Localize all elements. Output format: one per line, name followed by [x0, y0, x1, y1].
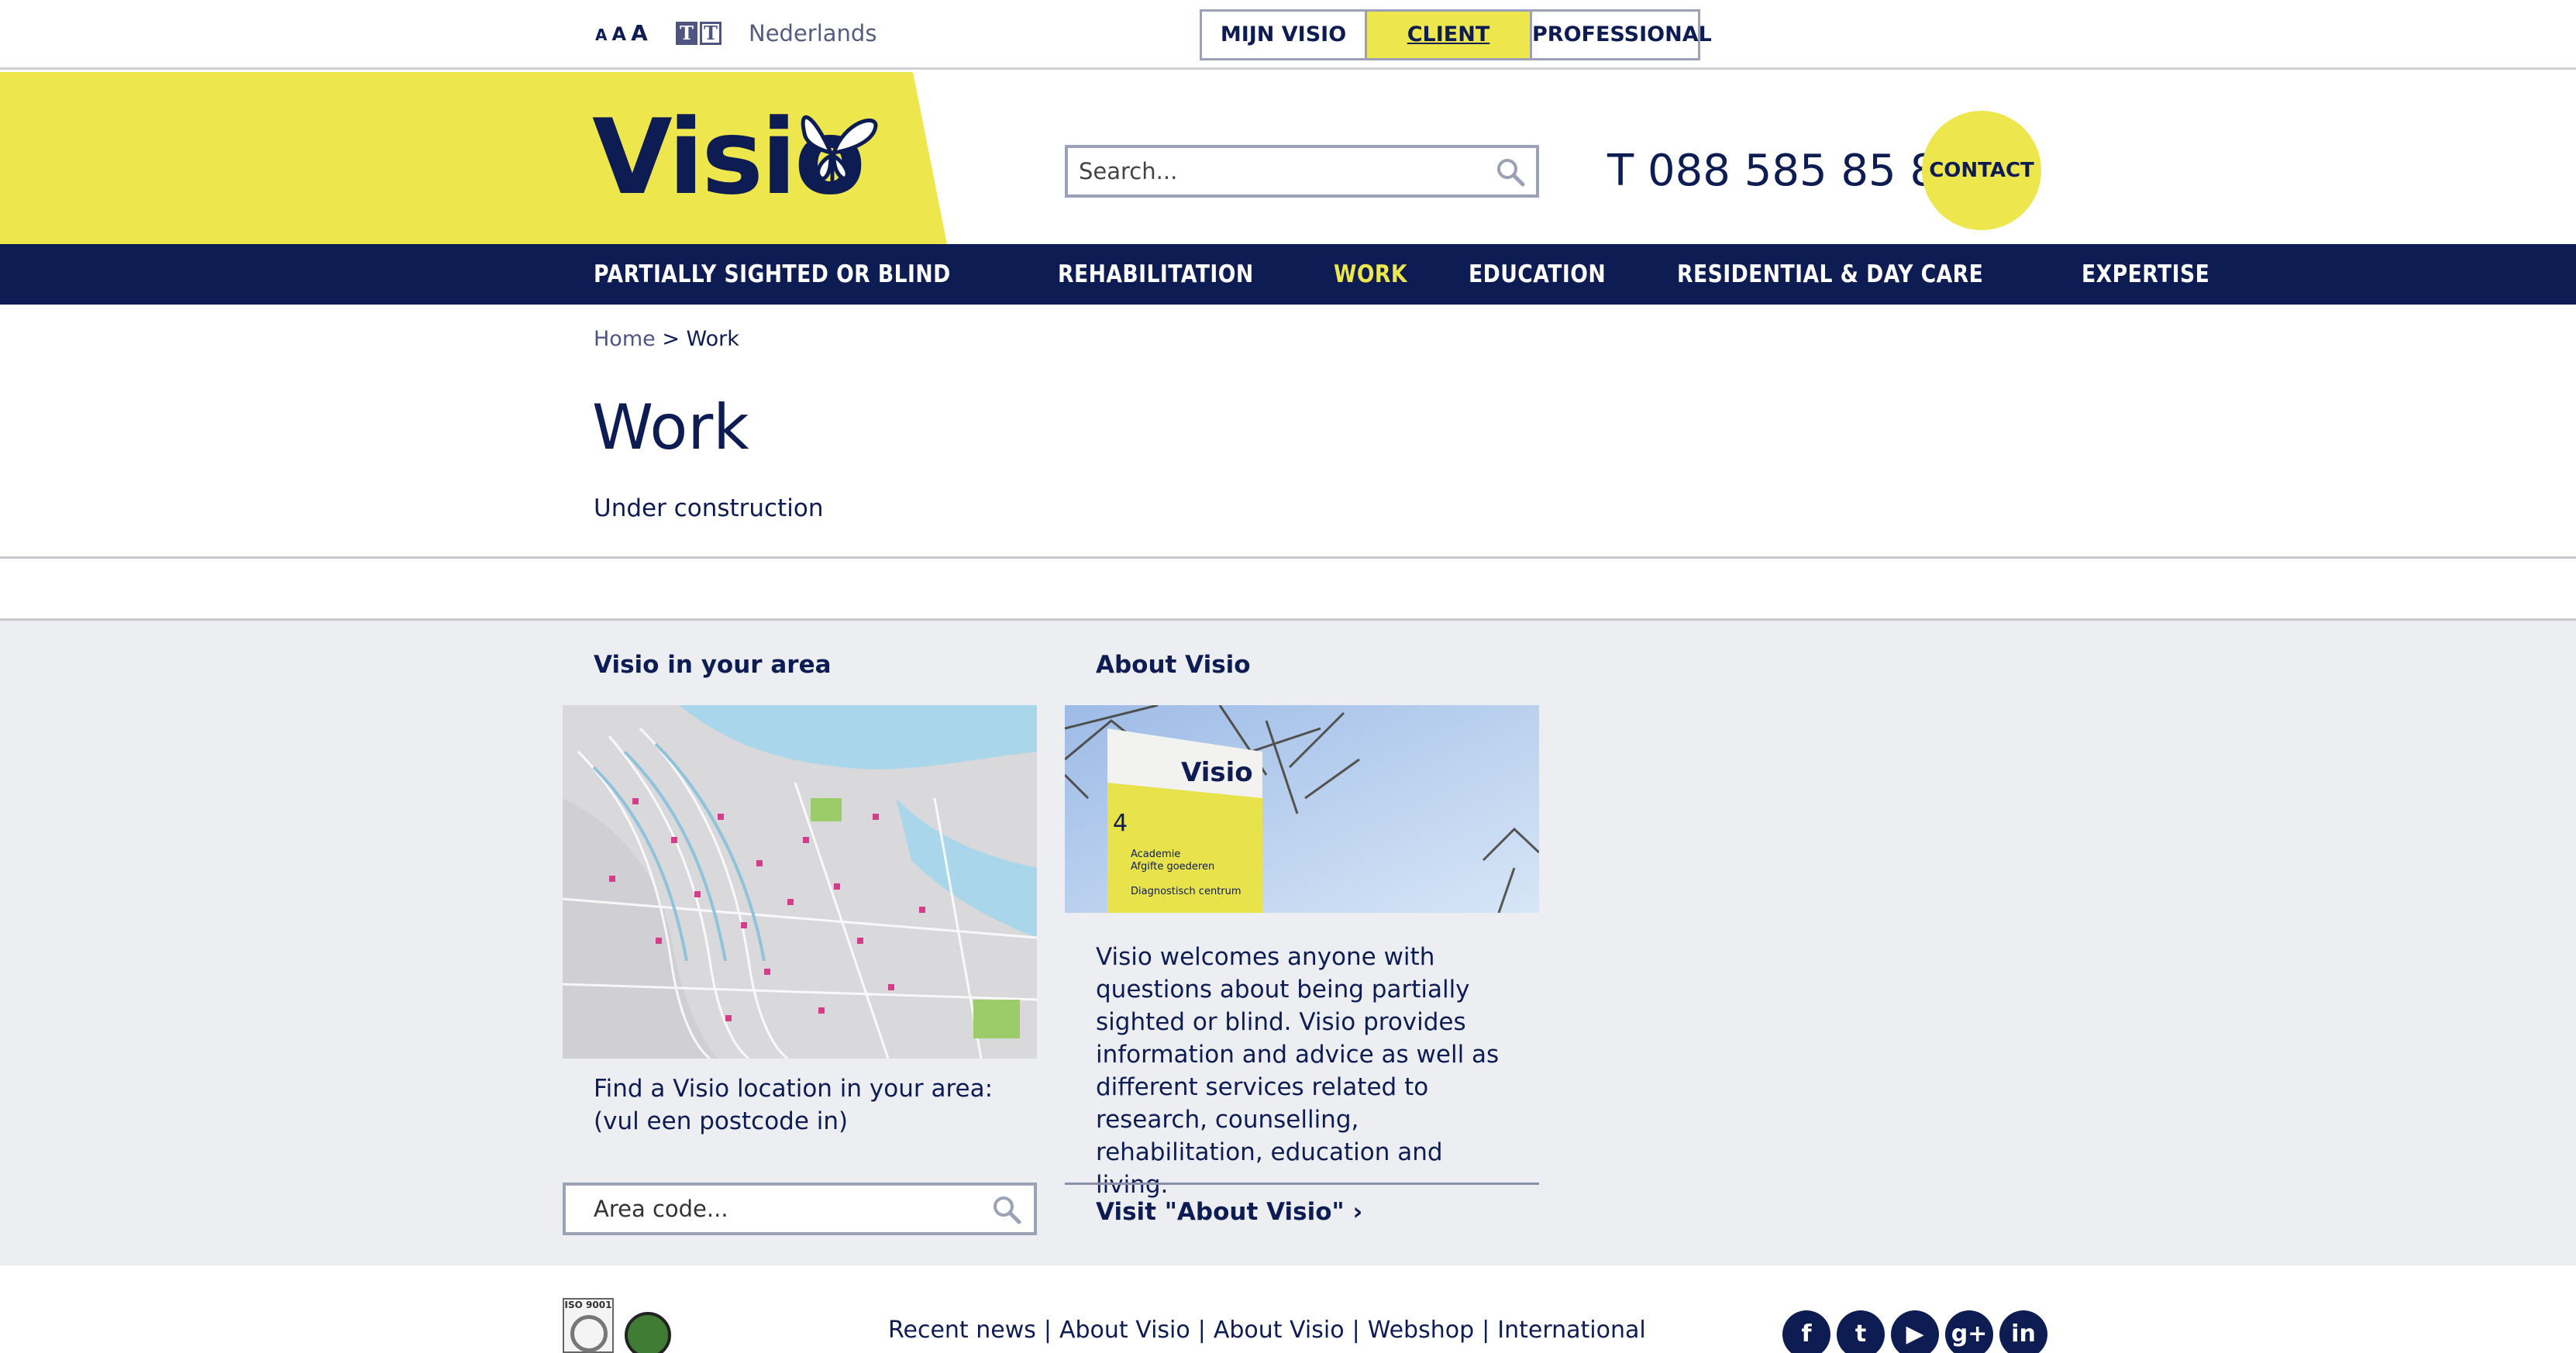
area-code-box — [563, 1183, 1037, 1235]
nav-item-partially-sighted[interactable]: PARTIALLY SIGHTED OR BLIND — [594, 260, 951, 288]
contact-button[interactable]: CONTACT — [1922, 111, 2041, 230]
about-title: About Visio — [1096, 651, 1251, 679]
nav-item-work[interactable]: WORK — [1334, 260, 1407, 288]
audience-switch: MIJN VISIO CLIENT PROFESSIONAL — [1200, 9, 1712, 60]
breadcrumb-separator: > — [662, 327, 680, 351]
breadcrumb-home-link[interactable]: Home — [594, 327, 656, 351]
iso-seal-icon — [570, 1315, 608, 1352]
iso-certificate-badge: ISO 9001 — [563, 1298, 614, 1353]
footer-link-recent-news[interactable]: Recent news — [888, 1317, 1036, 1344]
footer-links: Recent news | About Visio | About Visio | Webs… — [888, 1317, 1646, 1344]
about-photo: Visio 4 Academie Afgifte goederen Diagno… — [1065, 705, 1539, 913]
youtube-icon[interactable]: ▶ — [1891, 1310, 1939, 1353]
contrast-toggle[interactable]: T T — [676, 22, 721, 45]
mijn-visio-button[interactable]: MIJN VISIO — [1202, 12, 1367, 58]
divider — [1065, 1183, 1539, 1185]
contrast-light-icon: T — [700, 22, 721, 45]
font-size-medium-button[interactable]: A — [611, 23, 626, 45]
footer-link-about-visio[interactable]: About Visio — [1059, 1317, 1190, 1344]
language-link[interactable]: Nederlands — [749, 20, 876, 46]
sign-line-1: Academie — [1131, 849, 1180, 860]
site-footer: ISO 9001 Recent news | About Visio | About V… — [0, 1265, 2576, 1353]
nav-item-expertise[interactable]: EXPERTISE — [2082, 260, 2209, 288]
footer-separator: | — [1197, 1317, 1206, 1344]
professional-button[interactable]: PROFESSIONAL — [1532, 12, 1712, 58]
map-graphic — [563, 705, 1037, 1059]
top-bar: A A A T T Nederlands MIJN VISIO CLIENT P… — [0, 0, 2576, 70]
divider — [0, 556, 2576, 559]
linkedin-icon[interactable]: in — [1999, 1310, 2047, 1353]
page-title: Work — [592, 391, 749, 463]
search-input[interactable] — [1079, 148, 1482, 195]
about-visio-image[interactable]: Visio 4 Academie Afgifte goederen Diagno… — [1065, 705, 1539, 913]
page-intro: Under construction — [594, 494, 824, 522]
client-button[interactable]: CLIENT — [1367, 12, 1532, 58]
footer-link-international[interactable]: International — [1497, 1317, 1645, 1344]
font-size-large-button[interactable]: A — [631, 20, 648, 46]
area-title: Visio in your area — [594, 651, 832, 679]
site-search-box — [1065, 145, 1539, 198]
visit-about-label: Visit "About Visio" — [1096, 1198, 1345, 1226]
search-icon[interactable] — [992, 1195, 1021, 1224]
butterfly-logo-icon — [801, 115, 878, 184]
about-description: Visio welcomes anyone with questions abo… — [1096, 943, 1500, 1199]
facebook-icon[interactable]: f — [1782, 1310, 1830, 1353]
area-map-image[interactable] — [563, 705, 1037, 1059]
sign-number: 4 — [1113, 810, 1128, 837]
footer-separator: | — [1352, 1317, 1360, 1344]
chevron-right-icon: › — [1352, 1198, 1363, 1226]
breadcrumb: Home > Work — [594, 327, 739, 351]
contrast-dark-icon: T — [676, 22, 697, 45]
nav-item-rehabilitation[interactable]: REHABILITATION — [1058, 260, 1254, 288]
area-code-input[interactable] — [594, 1186, 997, 1232]
main-navigation: PARTIALLY SIGHTED OR BLIND REHABILITATIO… — [0, 244, 2576, 305]
social-links: f t ▶ g+ in — [1782, 1310, 2047, 1353]
phone-number[interactable]: T 088 585 85 85 — [1607, 146, 1965, 196]
sign-line-3: Diagnostisch centrum — [1131, 886, 1242, 897]
nav-item-residential[interactable]: RESIDENTIAL & DAY CARE — [1677, 260, 1983, 288]
font-size-small-button[interactable]: A — [595, 26, 607, 44]
sign-line-2: Afgifte goederen — [1131, 861, 1214, 873]
footer-separator: | — [1482, 1317, 1490, 1344]
nav-item-education[interactable]: EDUCATION — [1469, 260, 1606, 288]
googleplus-icon[interactable]: g+ — [1945, 1310, 1993, 1353]
iso-label: ISO 9001 — [564, 1300, 612, 1310]
twitter-icon[interactable]: t — [1837, 1310, 1885, 1353]
breadcrumb-current: Work — [686, 327, 739, 351]
search-icon[interactable] — [1496, 157, 1525, 187]
site-header: Visio T 088 585 85 85 CONTACT — [0, 72, 2576, 244]
footer-separator: | — [1043, 1317, 1052, 1344]
footer-link-webshop[interactable]: Webshop — [1368, 1317, 1474, 1344]
accessibility-icon[interactable] — [625, 1312, 671, 1353]
font-size-controls: A A A — [595, 20, 648, 46]
sign-visio-text: Visio — [1181, 757, 1253, 788]
area-description: Find a Visio location in your area: (vul… — [594, 1075, 994, 1135]
visit-about-visio-link[interactable]: Visit "About Visio" › — [1096, 1198, 1362, 1226]
footer-link-about-visio-2[interactable]: About Visio — [1214, 1317, 1345, 1344]
